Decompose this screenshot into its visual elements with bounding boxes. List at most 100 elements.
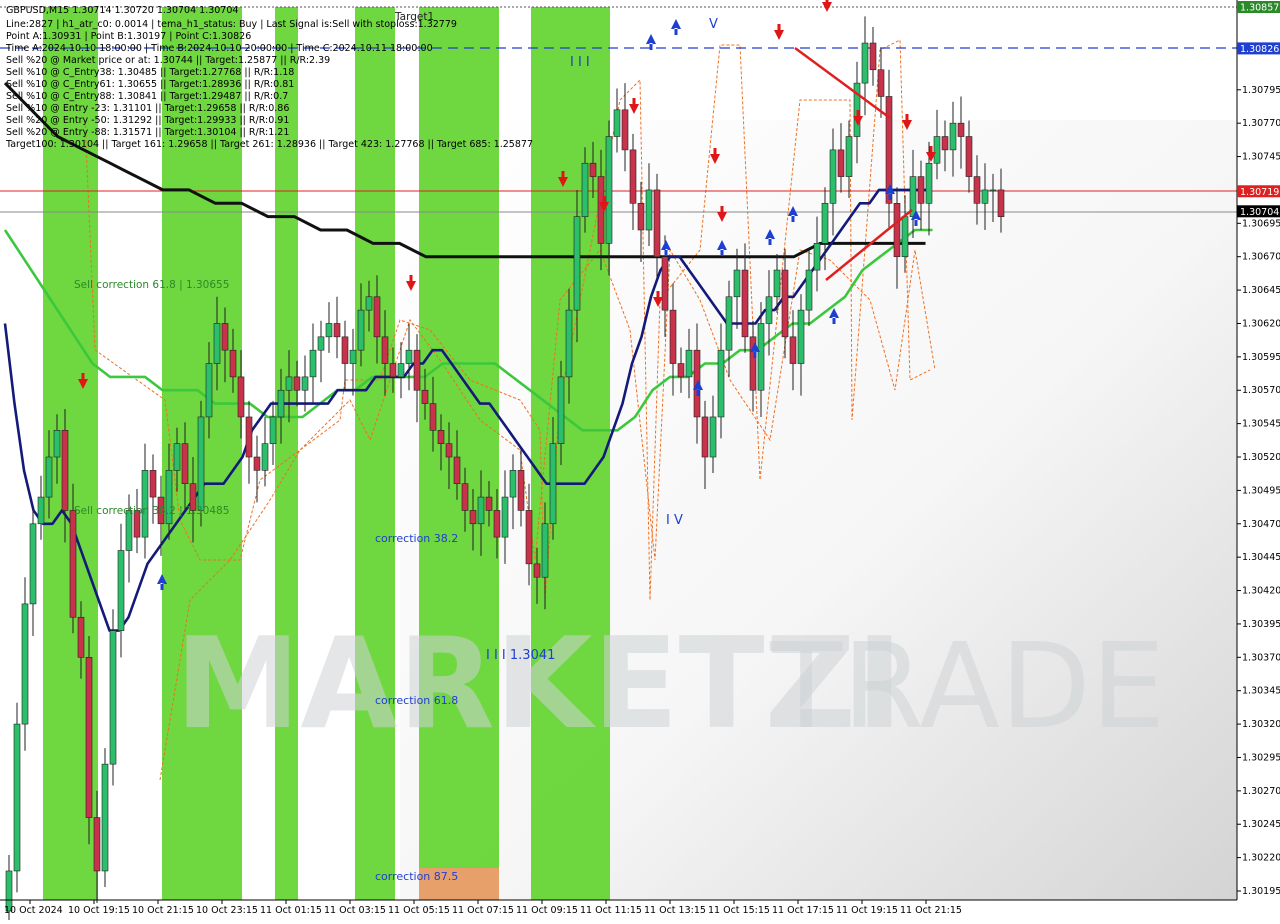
candle-body-10 [85, 657, 93, 818]
candle-body-34 [277, 389, 285, 418]
candle-body-102 [821, 202, 829, 244]
candle-body-82 [661, 256, 669, 311]
candle-body-29 [237, 376, 245, 418]
candle-body-51 [413, 349, 421, 391]
x-tick-label-13: 11 Oct 19:15 [836, 905, 898, 916]
candle-body-41 [333, 323, 341, 338]
candle-body-81 [653, 189, 661, 258]
y-tick-label-19: 1.30395 [1242, 619, 1280, 630]
candle-body-88 [709, 416, 717, 458]
x-tick-label-9: 11 Oct 11:15 [580, 905, 642, 916]
candle-body-67 [541, 523, 549, 578]
candle-body-50 [405, 349, 413, 364]
info-line-6: Sell %10 @ C_Entry61: 1.30655 || Target:… [6, 79, 294, 90]
y-tick-label-8: 1.30670 [1242, 252, 1280, 263]
candle-body-90 [725, 296, 733, 351]
sell-correction-38-label: Sell correction 38.2 | 1.30485 [74, 505, 229, 517]
candle-body-70 [565, 309, 573, 378]
candle-body-57 [461, 483, 469, 511]
candle-body-26 [213, 323, 221, 364]
x-tick-label-10: 11 Oct 13:15 [644, 905, 706, 916]
candle-body-11 [93, 817, 101, 872]
candle-body-4 [37, 496, 45, 525]
candle-body-13 [109, 630, 117, 765]
info-line-11: Target100: 1.30104 || Target 161: 1.2965… [5, 139, 533, 150]
candle-body-72 [581, 162, 589, 217]
candle-body-116 [933, 136, 941, 164]
x-tick-label-3: 10 Oct 23:15 [196, 905, 258, 916]
candle-body-107 [861, 42, 869, 84]
candle-body-53 [429, 403, 437, 431]
candle-body-78 [629, 149, 637, 204]
candle-body-47 [381, 336, 389, 364]
candle-body-22 [181, 443, 189, 485]
wave-v-label: V [709, 17, 718, 32]
candle-body-79 [637, 202, 645, 231]
candle-body-69 [557, 376, 565, 444]
candle-body-111 [893, 202, 901, 258]
y-tick-label-20: 1.30370 [1242, 652, 1280, 663]
candle-body-43 [349, 349, 357, 364]
x-tick-label-12: 11 Oct 17:15 [772, 905, 834, 916]
candle-body-27 [221, 323, 229, 351]
y-tick-label-13: 1.30545 [1242, 419, 1280, 430]
candle-body-40 [325, 323, 333, 338]
y-tick-label-11: 1.30595 [1242, 352, 1280, 363]
candle-body-8 [69, 510, 77, 618]
info-line-1: Line:2827 | h1_atr_c0: 0.0014 | tema_h1_… [6, 19, 457, 30]
price-tag-label-1: 1.30826 [1240, 44, 1279, 55]
candle-body-95 [765, 296, 773, 324]
candle-body-105 [845, 136, 853, 177]
candle-body-48 [389, 363, 397, 378]
candle-body-62 [501, 496, 509, 538]
y-tick-label-7: 1.30695 [1242, 218, 1280, 229]
candle-body-98 [789, 336, 797, 364]
candle-body-122 [981, 189, 989, 204]
candle-body-123 [989, 189, 997, 192]
candle-body-80 [645, 189, 653, 231]
candle-body-121 [973, 176, 981, 204]
correction-61-label: correction 61.8 [375, 694, 458, 707]
y-tick-label-24: 1.30270 [1242, 786, 1280, 797]
candle-body-103 [829, 149, 837, 204]
candle-body-35 [285, 376, 293, 391]
candle-body-56 [453, 456, 461, 485]
candle-body-77 [621, 109, 629, 151]
x-axis: 10 Oct 2024 10 Oct 19:15 10 Oct 21:15 10 Oc… [4, 900, 962, 916]
candle-body-99 [797, 309, 805, 364]
background-shade [400, 120, 1237, 900]
x-tick-label-11: 11 Oct 15:15 [708, 905, 770, 916]
candle-body-45 [365, 296, 373, 311]
price-tag-label-3: 1.30704 [1240, 207, 1279, 218]
candle-body-68 [549, 443, 557, 525]
candle-body-24 [197, 416, 205, 511]
wave-iv-label: I V [666, 513, 683, 528]
candle-body-84 [677, 363, 685, 378]
candle-body-100 [805, 269, 813, 311]
candle-body-66 [533, 563, 541, 578]
candle-body-63 [509, 470, 517, 498]
price-tag-label-0: 1.30857 [1240, 3, 1279, 14]
candle-body-17 [141, 470, 149, 538]
info-line-4: Sell %20 @ Market price or at: 1.30744 |… [6, 55, 330, 66]
info-line-8: Sell %10 @ Entry -23: 1.31101 || Target:… [6, 103, 289, 114]
candle-body-18 [149, 470, 157, 498]
sell-correction-61-label: Sell correction 61.8 | 1.30655 [74, 279, 229, 291]
candle-body-65 [525, 510, 533, 565]
candle-body-33 [269, 416, 277, 444]
candle-body-60 [485, 496, 493, 511]
y-tick-label-2: 1.30795 [1242, 85, 1280, 96]
x-tick-label-6: 11 Oct 05:15 [388, 905, 450, 916]
symbol-line: GBPUSD,M15 1.30714 1.30720 1.30704 1.307… [6, 5, 238, 16]
y-tick-label-25: 1.30245 [1242, 819, 1280, 830]
candle-body-58 [469, 510, 477, 525]
candle-body-39 [317, 336, 325, 351]
candle-body-73 [589, 162, 597, 177]
x-tick-label-5: 11 Oct 03:15 [324, 905, 386, 916]
y-tick-label-12: 1.30570 [1242, 385, 1280, 396]
correction-38-label: correction 38.2 [375, 532, 458, 545]
wave-iii-label: I I I [570, 55, 590, 70]
candle-body-117 [941, 136, 949, 151]
x-tick-label-0: 10 Oct 2024 [4, 905, 63, 916]
watermark: MARKETZI TRADE [175, 610, 1165, 757]
